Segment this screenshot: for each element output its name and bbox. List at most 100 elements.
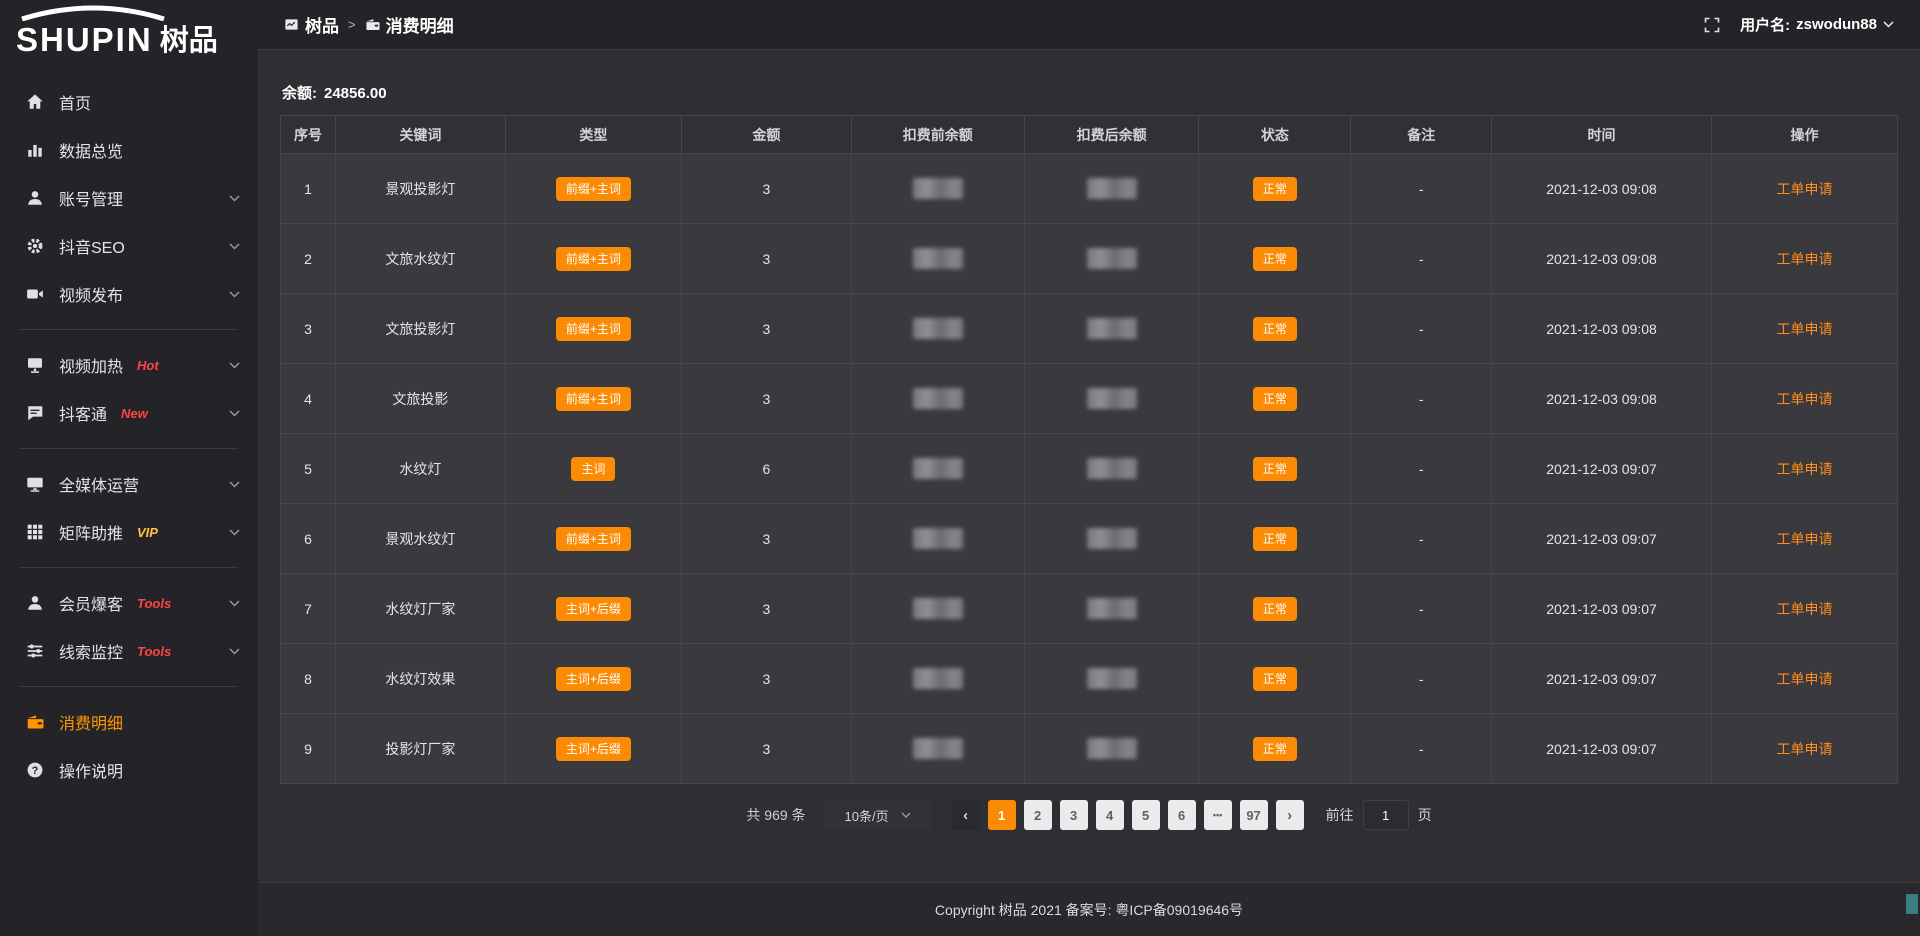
copyright-text: Copyright 树品 2021 备案号: 粤ICP备09019646号: [935, 900, 1243, 920]
cell-time: 2021-12-03 09:07: [1492, 574, 1712, 644]
table-row: 3文旅投影灯前缀+主词3正常-2021-12-03 09:08工单申请: [281, 294, 1898, 364]
work-order-link[interactable]: 工单申请: [1776, 461, 1832, 477]
sidebar-item-4[interactable]: 抖音SEO: [0, 222, 258, 270]
column-header: 操作: [1711, 116, 1897, 154]
status-badge: 正常: [1253, 317, 1297, 341]
page-size-select[interactable]: 10条/页: [824, 800, 932, 830]
screen-icon: [26, 356, 44, 374]
sidebar-item-label: 首页: [59, 90, 91, 114]
column-header: 扣费前余额: [851, 116, 1024, 154]
wallet-icon: [26, 713, 44, 731]
sidebar-item-3[interactable]: 账号管理: [0, 174, 258, 222]
sidebar-item-10[interactable]: 全媒体运营: [0, 460, 258, 508]
page-button-97[interactable]: 97: [1240, 800, 1268, 830]
cell-pre-balance: [851, 574, 1024, 644]
sidebar-item-label: 全媒体运营: [59, 472, 139, 496]
cell-status: 正常: [1199, 224, 1351, 294]
fullscreen-icon[interactable]: [1704, 17, 1720, 33]
topbar-right: 用户名: zswodun88: [1704, 14, 1894, 35]
page-button-2[interactable]: 2: [1024, 800, 1052, 830]
username-value: zswodun88: [1796, 16, 1877, 33]
cell-type: 主词+后缀: [505, 714, 681, 784]
chevron-down-icon: [229, 195, 240, 202]
cell-pre-balance: [851, 364, 1024, 434]
monitor-icon: [26, 475, 44, 493]
cell-amount: 3: [682, 644, 852, 714]
masked-balance: [1087, 528, 1137, 549]
masked-balance: [913, 388, 963, 409]
breadcrumb-item-1[interactable]: 树品: [284, 12, 339, 37]
status-badge: 正常: [1253, 247, 1297, 271]
prev-page-button[interactable]: ‹: [952, 800, 980, 830]
balance-value: 24856.00: [324, 85, 387, 102]
work-order-link[interactable]: 工单申请: [1776, 741, 1832, 757]
cell-note: -: [1351, 434, 1492, 504]
type-tag: 主词+后缀: [556, 667, 631, 691]
table-row: 6景观水纹灯前缀+主词3正常-2021-12-03 09:07工单申请: [281, 504, 1898, 574]
cell-index: 9: [281, 714, 336, 784]
sidebar-item-17[interactable]: ?操作说明: [0, 746, 258, 794]
cell-status: 正常: [1199, 434, 1351, 504]
logo-cjk-text: 树品: [160, 26, 218, 56]
type-tag: 前缀+主词: [556, 387, 631, 411]
sidebar-item-7[interactable]: 视频加热 Hot: [0, 341, 258, 389]
work-order-link[interactable]: 工单申请: [1776, 601, 1832, 617]
work-order-link[interactable]: 工单申请: [1776, 671, 1832, 687]
sidebar-item-label: 数据总览: [59, 138, 123, 162]
balance-line: 余额: 24856.00: [282, 82, 1898, 103]
page-button-3[interactable]: 3: [1060, 800, 1088, 830]
work-order-link[interactable]: 工单申请: [1776, 181, 1832, 197]
cell-pre-balance: [851, 154, 1024, 224]
work-order-link[interactable]: 工单申请: [1776, 391, 1832, 407]
cell-type: 主词+后缀: [505, 644, 681, 714]
wallet-icon: [365, 17, 380, 32]
ellipsis-page-button[interactable]: •••: [1204, 800, 1232, 830]
page-button-6[interactable]: 6: [1168, 800, 1196, 830]
page-buttons: 123456 ••• 97: [988, 800, 1268, 830]
sidebar-item-11[interactable]: 矩阵助推VIP: [0, 508, 258, 556]
work-order-link[interactable]: 工单申请: [1776, 531, 1832, 547]
page-button-4[interactable]: 4: [1096, 800, 1124, 830]
sidebar-item-5[interactable]: 视频发布: [0, 270, 258, 318]
cell-action: 工单申请: [1711, 504, 1897, 574]
user-menu[interactable]: 用户名: zswodun88: [1740, 14, 1894, 35]
next-page-button[interactable]: ›: [1276, 800, 1304, 830]
column-header: 状态: [1199, 116, 1351, 154]
status-badge: 正常: [1253, 387, 1297, 411]
breadcrumb-item-2[interactable]: 消费明细: [365, 12, 454, 37]
status-badge: 正常: [1253, 597, 1297, 621]
masked-balance: [913, 248, 963, 269]
work-order-link[interactable]: 工单申请: [1776, 321, 1832, 337]
sidebar-item-14[interactable]: 线索监控Tools: [0, 627, 258, 675]
cell-status: 正常: [1199, 644, 1351, 714]
masked-balance: [913, 738, 963, 759]
sidebar-item-8[interactable]: 抖客通New: [0, 389, 258, 437]
page-button-5[interactable]: 5: [1132, 800, 1160, 830]
page-button-1[interactable]: 1: [988, 800, 1016, 830]
sidebar-item-badge: Hot: [137, 358, 159, 373]
sidebar-item-2[interactable]: 数据总览: [0, 126, 258, 174]
cell-post-balance: [1024, 294, 1199, 364]
sidebar-item-16[interactable]: 消费明细: [0, 698, 258, 746]
goto-label: 前往: [1326, 805, 1354, 825]
breadcrumb-label: 树品: [305, 12, 339, 37]
dashboard-icon: [284, 17, 299, 32]
sidebar-item-label: 视频加热: [59, 353, 123, 377]
sidebar-item-1[interactable]: 首页: [0, 78, 258, 126]
sidebar-item-label: 抖音SEO: [59, 234, 125, 258]
cell-keyword: 水纹灯厂家: [335, 574, 505, 644]
status-badge: 正常: [1253, 667, 1297, 691]
column-header: 关键词: [335, 116, 505, 154]
sidebar-item-label: 操作说明: [59, 758, 123, 782]
work-order-link[interactable]: 工单申请: [1776, 251, 1832, 267]
cell-time: 2021-12-03 09:08: [1492, 154, 1712, 224]
cell-keyword: 水纹灯: [335, 434, 505, 504]
cell-status: 正常: [1199, 504, 1351, 574]
cell-note: -: [1351, 294, 1492, 364]
app-logo[interactable]: SHUPIN 树品: [0, 0, 258, 64]
cell-note: -: [1351, 364, 1492, 434]
sidebar-item-13[interactable]: 会员爆客Tools: [0, 579, 258, 627]
page-size-value: 10条/页: [845, 806, 889, 825]
goto-page-input[interactable]: [1363, 800, 1409, 830]
cell-status: 正常: [1199, 574, 1351, 644]
